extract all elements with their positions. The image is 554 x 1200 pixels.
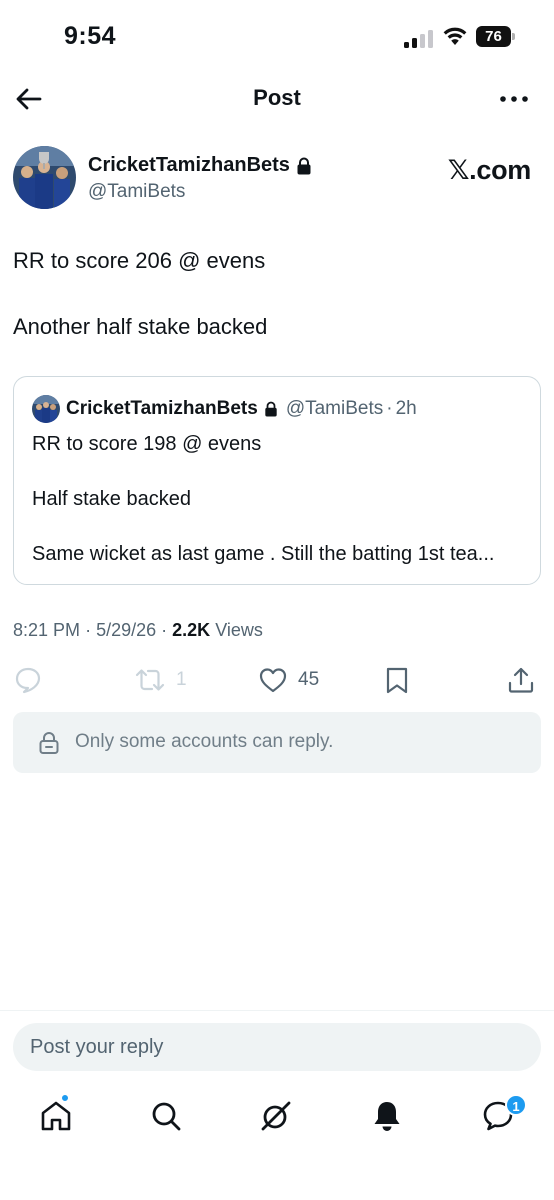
divider [0, 1010, 554, 1011]
quoted-time: 2h [395, 398, 417, 419]
search-icon[interactable] [148, 1098, 184, 1134]
more-horizontal-icon[interactable] [498, 84, 530, 114]
lock-icon [297, 157, 311, 174]
status-bar: 9:54 76 [0, 0, 554, 70]
post-text-line: Another half stake backed [13, 314, 268, 339]
bottom-nav [0, 1090, 554, 1146]
quoted-author-name: CricketTamizhanBets [66, 398, 258, 419]
reply-restriction-text: Only some accounts can reply. [75, 731, 334, 752]
avatar[interactable] [13, 146, 76, 209]
brand-label: 𝕏.com [447, 155, 532, 185]
action-bar: 1 45 [0, 660, 554, 700]
wifi-icon [443, 27, 467, 45]
header: Post [0, 70, 554, 128]
post-meta: 8:21 PM · 5/29/26 · 2.2K Views [13, 620, 263, 641]
repost-icon [135, 669, 165, 691]
home-unread-dot [61, 1094, 69, 1102]
share-button[interactable] [507, 664, 535, 696]
separator-dot: · [386, 398, 393, 419]
quoted-text-line: RR to score 198 @ evens [32, 433, 262, 455]
reply-button[interactable] [14, 664, 42, 696]
reply-icon [15, 667, 41, 694]
page-title: Post [253, 85, 301, 110]
post-time: 8:21 PM [13, 620, 81, 640]
quoted-avatar [32, 395, 60, 423]
bookmark-button[interactable] [384, 664, 410, 696]
heart-icon [259, 668, 287, 693]
separator-dot: · [161, 620, 173, 640]
reply-restriction-notice: Only some accounts can reply. [13, 712, 541, 773]
author-name[interactable]: CricketTamizhanBets [88, 154, 290, 177]
quoted-text-line: Same wicket as last game . Still the bat… [32, 543, 495, 565]
lock-outline-icon [39, 732, 59, 754]
signal-icon [404, 30, 434, 48]
views-count[interactable]: 2.2K [172, 620, 210, 640]
post-date: 5/29/26 [96, 620, 157, 640]
like-count: 45 [298, 669, 320, 690]
bookmark-icon [386, 667, 408, 694]
home-indicator [0, 1185, 554, 1200]
quoted-author-handle: @TamiBets [285, 398, 384, 419]
views-label[interactable]: Views [215, 620, 263, 640]
repost-button[interactable]: 1 [134, 664, 187, 696]
quoted-post[interactable]: CricketTamizhanBets @TamiBets · 2h RR to… [13, 376, 541, 585]
grok-icon[interactable] [258, 1098, 294, 1134]
post-text-line: RR to score 206 @ evens [13, 248, 266, 273]
reply-input[interactable] [13, 1023, 541, 1071]
quoted-text-line: Half stake backed [32, 488, 191, 510]
messages-badge: 1 [505, 1094, 527, 1116]
author-name-row[interactable]: CricketTamizhanBets [88, 154, 312, 177]
separator-dot: · [85, 620, 97, 640]
notifications-icon[interactable] [369, 1098, 405, 1134]
quoted-header: CricketTamizhanBets @TamiBets · 2h [66, 398, 417, 420]
status-time: 9:54 [64, 22, 117, 50]
battery-level: 76 [476, 26, 511, 47]
share-icon [508, 667, 534, 693]
repost-count: 1 [176, 669, 187, 690]
home-icon[interactable] [38, 1098, 74, 1134]
battery-icon: 76 [476, 26, 516, 47]
lock-icon [265, 401, 277, 417]
author-handle[interactable]: @TamiBets [88, 181, 185, 203]
like-button[interactable]: 45 [258, 664, 319, 696]
